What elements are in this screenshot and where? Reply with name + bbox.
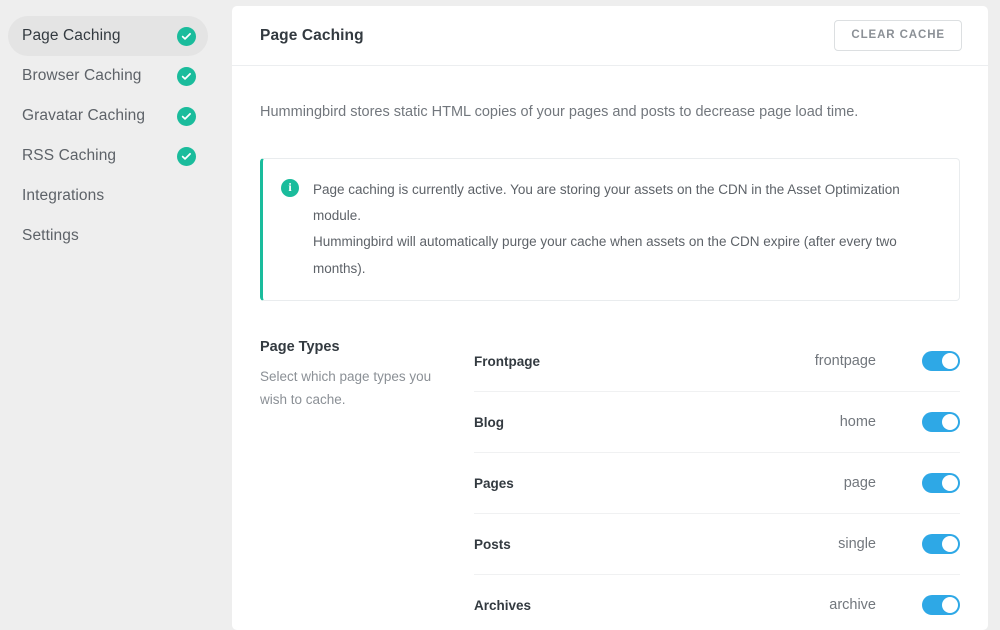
sidebar-item-browser-caching[interactable]: Browser Caching	[8, 56, 208, 96]
sidebar-item-label: Page Caching	[22, 27, 121, 44]
sidebar-item-page-caching[interactable]: Page Caching	[8, 16, 208, 56]
row-slug: frontpage	[814, 353, 876, 369]
notice-line-1: Page caching is currently active. You ar…	[313, 181, 900, 224]
row-label: Pages	[474, 475, 514, 491]
toggle-frontpage[interactable]	[922, 351, 960, 371]
table-row: Frontpage frontpage	[474, 331, 960, 392]
sidebar: Page Caching Browser Caching Gravatar Ca…	[0, 0, 232, 630]
row-label: Archives	[474, 597, 532, 613]
row-slug: single	[838, 536, 876, 552]
toggle-knob	[942, 414, 958, 430]
sidebar-item-rss-caching[interactable]: RSS Caching	[8, 136, 208, 176]
row-slug: archive	[829, 597, 876, 613]
section-heading: Page Types	[260, 339, 340, 355]
sidebar-item-settings[interactable]: Settings	[8, 216, 208, 256]
page-types-rows: Frontpage frontpage Blog home Pages page	[470, 331, 960, 630]
intro-text: Hummingbird stores static HTML copies of…	[260, 104, 859, 120]
row-slug: home	[839, 414, 876, 430]
toggle-knob	[942, 353, 958, 369]
page-types-aside: Page Types Select which page types you w…	[260, 331, 470, 630]
page-types-section: Page Types Select which page types you w…	[260, 331, 960, 630]
info-circle-icon: i	[281, 178, 299, 197]
check-circle-icon	[177, 146, 196, 166]
sidebar-item-label: Settings	[22, 227, 79, 244]
check-circle-icon	[177, 66, 196, 86]
clear-cache-button[interactable]: CLEAR CACHE	[834, 20, 962, 51]
row-label: Posts	[474, 536, 511, 552]
toggle-posts[interactable]	[922, 534, 960, 554]
toggle-archives[interactable]	[922, 595, 960, 615]
check-circle-icon	[177, 106, 196, 126]
notice-text: Page caching is currently active. You ar…	[313, 177, 939, 282]
row-label: Frontpage	[474, 353, 540, 369]
card-header: Page Caching CLEAR CACHE	[232, 6, 988, 66]
sidebar-item-label: Integrations	[22, 187, 105, 204]
check-circle-icon	[177, 26, 196, 46]
table-row: Blog home	[474, 392, 960, 453]
status-notice: i Page caching is currently active. You …	[260, 157, 960, 301]
table-row: Pages page	[474, 453, 960, 514]
page-title: Page Caching	[260, 26, 364, 44]
toggle-knob	[942, 536, 958, 552]
sidebar-item-label: Browser Caching	[22, 67, 142, 84]
sidebar-item-label: RSS Caching	[22, 147, 117, 164]
toggle-blog[interactable]	[922, 412, 960, 432]
toggle-knob	[942, 597, 958, 613]
main-content: Page Caching CLEAR CACHE Hummingbird sto…	[232, 0, 1000, 630]
page-caching-card: Page Caching CLEAR CACHE Hummingbird sto…	[232, 6, 988, 630]
sidebar-item-label: Gravatar Caching	[22, 107, 146, 124]
notice-line-2: Hummingbird will automatically purge you…	[313, 234, 897, 276]
toggle-knob	[942, 475, 958, 491]
table-row: Posts single	[474, 514, 960, 575]
card-body: Hummingbird stores static HTML copies of…	[232, 66, 988, 630]
sidebar-item-integrations[interactable]: Integrations	[8, 176, 208, 216]
table-row: Archives archive	[474, 575, 960, 630]
row-slug: page	[843, 475, 876, 491]
section-description: Select which page types you wish to cach…	[260, 369, 432, 408]
app-root: Page Caching Browser Caching Gravatar Ca…	[0, 0, 1000, 630]
toggle-pages[interactable]	[922, 473, 960, 493]
sidebar-item-gravatar-caching[interactable]: Gravatar Caching	[8, 96, 208, 136]
sidebar-nav-list: Page Caching Browser Caching Gravatar Ca…	[0, 16, 232, 256]
row-label: Blog	[474, 414, 504, 430]
